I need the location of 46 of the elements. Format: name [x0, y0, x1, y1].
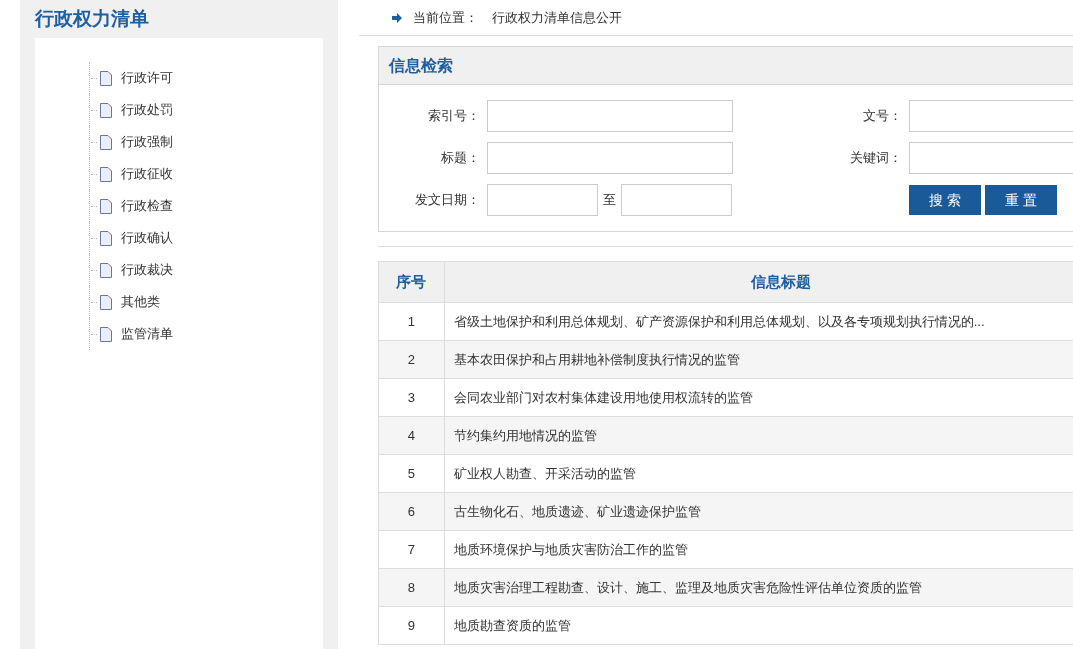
table-cell: 1: [378, 302, 445, 341]
document-icon: [100, 102, 112, 118]
text-input-field[interactable]: [487, 142, 733, 174]
document-icon: [100, 294, 112, 310]
tree-item-link[interactable]: 行政检查: [121, 196, 173, 216]
breadcrumb-link[interactable]: 行政权力清单信息公开: [492, 7, 622, 28]
text-input-field[interactable]: [487, 100, 733, 132]
column-header: 信息标题: [444, 261, 1073, 303]
tree-item-link[interactable]: 行政确认: [121, 228, 173, 248]
tree-item-link[interactable]: 其他类: [121, 292, 160, 312]
tree-item-link[interactable]: 行政征收: [121, 164, 173, 184]
table-cell: 5: [378, 454, 445, 493]
table-cell: 6: [378, 492, 445, 531]
arrow-right-icon: [392, 12, 402, 23]
table-cell: 7: [378, 530, 445, 569]
document-icon: [100, 326, 112, 342]
document-icon: [100, 262, 112, 278]
document-icon: [100, 198, 112, 214]
tree-item-link[interactable]: 行政强制: [121, 132, 173, 152]
table-cell: 3: [378, 378, 445, 417]
tree-item-link[interactable]: 行政裁决: [121, 260, 173, 280]
tree-item-link[interactable]: 行政许可: [121, 68, 173, 88]
document-icon: [100, 230, 112, 246]
field-label: 标题：: [440, 149, 480, 168]
document-icon: [100, 134, 112, 150]
field-label: 索引号：: [427, 107, 480, 126]
field-label: 关键词：: [849, 149, 902, 168]
date-input-field[interactable]: [621, 184, 732, 216]
document-icon: [100, 166, 112, 182]
tree-item-link[interactable]: 行政处罚: [121, 100, 173, 120]
search-panel-title: 信息检索: [379, 47, 1073, 85]
breadcrumb-label: 当前位置：: [413, 8, 478, 27]
document-icon: [100, 70, 112, 86]
column-header: 序号: [378, 261, 445, 303]
reset-button[interactable]: 重 置: [985, 185, 1057, 215]
search-button[interactable]: 搜 索: [909, 185, 981, 215]
date-input-field[interactable]: [487, 184, 598, 216]
table-cell: 4: [378, 416, 445, 455]
table-cell: 8: [378, 568, 445, 607]
range-separator: 至: [603, 191, 616, 210]
table-cell: 2: [378, 340, 445, 379]
tree-item-link[interactable]: 监管清单: [121, 324, 173, 344]
sidebar-title: 行政权力清单: [35, 7, 150, 31]
field-label: 发文日期：: [414, 191, 480, 210]
table-cell: 9: [378, 606, 445, 645]
field-label: 文号：: [862, 107, 902, 126]
